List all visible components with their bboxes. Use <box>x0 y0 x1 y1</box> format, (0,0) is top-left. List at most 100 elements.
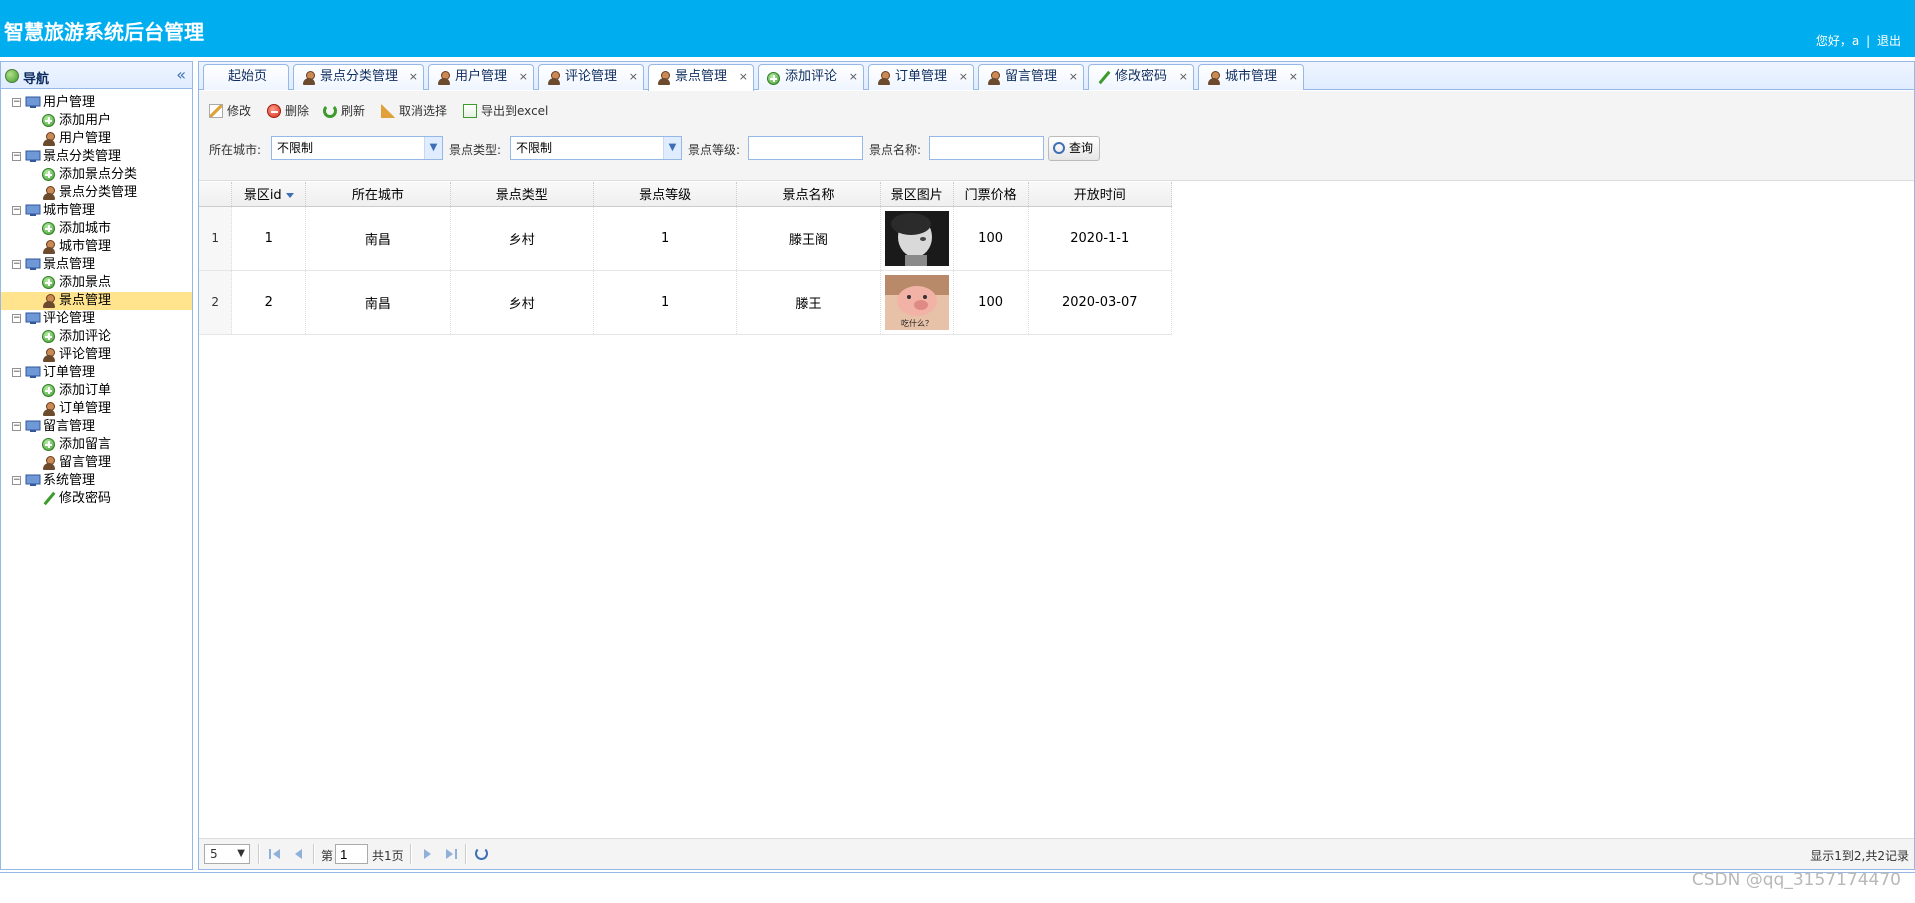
tree-group[interactable]: − 系统管理 <box>1 472 192 490</box>
close-icon[interactable]: × <box>1179 65 1188 89</box>
tab[interactable]: 景点分类管理 × <box>293 64 424 90</box>
tab[interactable]: 评论管理 × <box>538 64 644 90</box>
close-icon[interactable]: × <box>519 65 528 89</box>
level-input[interactable] <box>748 136 863 160</box>
tab[interactable]: 用户管理 × <box>428 64 534 90</box>
tree-item[interactable]: 添加评论 <box>1 328 192 346</box>
column-header[interactable]: 开放时间 <box>1028 182 1173 207</box>
collapse-toggle-icon[interactable]: − <box>12 476 21 485</box>
close-icon[interactable]: × <box>629 65 638 89</box>
tree-group[interactable]: − 用户管理 <box>1 94 192 112</box>
tab[interactable]: 景点管理 × <box>648 64 754 91</box>
close-icon[interactable]: × <box>849 65 858 89</box>
tree-item-label: 添加景点分类 <box>59 167 138 182</box>
cell-open-time: 2020-03-07 <box>1028 270 1173 335</box>
tree-group[interactable]: − 订单管理 <box>1 364 192 382</box>
tree-item[interactable]: 景点管理 <box>1 292 192 310</box>
app-header: 智慧旅游系统后台管理 您好，a | 退出 <box>0 0 1915 57</box>
collapse-toggle-icon[interactable]: − <box>12 314 21 323</box>
tab[interactable]: 修改密码 × <box>1088 64 1194 90</box>
tab[interactable]: 留言管理 × <box>978 64 1084 90</box>
collapse-toggle-icon[interactable]: − <box>12 152 21 161</box>
tree-item[interactable]: 城市管理 <box>1 238 192 256</box>
collapse-icon[interactable]: « <box>176 65 186 84</box>
tree-group[interactable]: − 景点管理 <box>1 256 192 274</box>
close-icon[interactable]: × <box>739 65 748 89</box>
export-label: 导出到excel <box>481 104 549 118</box>
column-header[interactable]: 景点等级 <box>593 182 738 207</box>
next-page-icon[interactable] <box>421 848 433 860</box>
tree-item[interactable]: 添加城市 <box>1 220 192 238</box>
tab[interactable]: 订单管理 × <box>868 64 974 90</box>
tree-group-label: 系统管理 <box>43 473 96 488</box>
page-number-input[interactable] <box>335 844 368 864</box>
collapse-toggle-icon[interactable]: − <box>12 368 21 377</box>
city-select[interactable]: 不限制 ▼ <box>271 136 443 160</box>
tree-group[interactable]: − 评论管理 <box>1 310 192 328</box>
tree-group[interactable]: − 留言管理 <box>1 418 192 436</box>
tree-item[interactable]: 景点分类管理 <box>1 184 192 202</box>
cell-type: 乡村 <box>450 270 594 335</box>
table-row[interactable]: 2 2 南昌 乡村 1 滕王 吃什么？ 100 2020-03-07 <box>199 270 1173 335</box>
child-photo-image <box>884 210 949 266</box>
tree-item-label: 添加留言 <box>59 437 112 452</box>
tree-item[interactable]: 添加订单 <box>1 382 192 400</box>
page-size-select[interactable]: 5 ▼ <box>204 844 250 864</box>
column-header[interactable]: 景点名称 <box>736 182 881 207</box>
tree-item[interactable]: 添加用户 <box>1 112 192 130</box>
chevron-down-icon[interactable]: ▼ <box>663 137 681 159</box>
tab-label: 景点分类管理 <box>320 69 399 84</box>
tree-item[interactable]: 评论管理 <box>1 346 192 364</box>
monitor-icon <box>25 474 41 486</box>
tab-label: 城市管理 <box>1225 69 1278 84</box>
nav-title: 导航 <box>23 72 50 87</box>
collapse-toggle-icon[interactable]: − <box>12 260 21 269</box>
nav-tree: − 用户管理 添加用户 用户管理 − 景点分类管理 添加景点分类 景点分类管理 − 城市管理 添加城… <box>1 94 192 508</box>
tree-item-label: 添加用户 <box>59 113 112 128</box>
collapse-toggle-icon[interactable]: − <box>12 206 21 215</box>
collapse-toggle-icon[interactable]: − <box>12 98 21 107</box>
tree-group[interactable]: − 景点分类管理 <box>1 148 192 166</box>
tab[interactable]: 城市管理 × <box>1198 64 1304 90</box>
tree-item[interactable]: 添加景点 <box>1 274 192 292</box>
refresh-icon[interactable] <box>475 847 488 860</box>
tree-item[interactable]: 留言管理 <box>1 454 192 472</box>
close-icon[interactable]: × <box>409 65 418 89</box>
name-input[interactable] <box>929 136 1044 160</box>
tree-item[interactable]: 修改密码 <box>1 490 192 508</box>
row-number: 2 <box>199 270 233 335</box>
column-header[interactable]: 所在城市 <box>305 182 451 207</box>
prev-page-icon[interactable] <box>293 848 305 860</box>
tree-item-label: 修改密码 <box>59 491 112 506</box>
page-total: 共1页 <box>372 849 404 863</box>
tab-label: 添加评论 <box>785 69 838 84</box>
tree-item[interactable]: 添加景点分类 <box>1 166 192 184</box>
column-header[interactable]: 景区图片 <box>880 182 954 207</box>
type-select[interactable]: 不限制 ▼ <box>510 136 682 160</box>
cell-image <box>880 206 954 271</box>
tab-label: 订单管理 <box>895 69 948 84</box>
table-row[interactable]: 1 1 南昌 乡村 1 滕王阁 100 2020-1-1 <box>199 206 1173 271</box>
tab[interactable]: 起始页 <box>203 64 289 90</box>
collapse-toggle-icon[interactable]: − <box>12 422 21 431</box>
tree-group-label: 留言管理 <box>43 419 96 434</box>
logout-link[interactable]: 退出 <box>1877 34 1901 48</box>
first-page-icon[interactable] <box>269 848 281 860</box>
column-header[interactable]: 景点类型 <box>450 182 594 207</box>
footer-bar <box>0 872 1915 903</box>
tree-item[interactable]: 添加留言 <box>1 436 192 454</box>
tree-group-label: 用户管理 <box>43 95 96 110</box>
tree-item-label: 添加订单 <box>59 383 112 398</box>
tree-item[interactable]: 订单管理 <box>1 400 192 418</box>
last-page-icon[interactable] <box>445 848 457 860</box>
close-icon[interactable]: × <box>959 65 968 89</box>
column-header[interactable]: 门票价格 <box>953 182 1029 207</box>
tree-group[interactable]: − 城市管理 <box>1 202 192 220</box>
column-header[interactable]: 景区id <box>231 182 307 207</box>
chevron-down-icon[interactable]: ▼ <box>424 137 442 159</box>
tab[interactable]: 添加评论 × <box>758 64 864 90</box>
tree-item[interactable]: 用户管理 <box>1 130 192 148</box>
search-button[interactable]: 查询 <box>1048 136 1101 161</box>
close-icon[interactable]: × <box>1289 65 1298 89</box>
close-icon[interactable]: × <box>1069 65 1078 89</box>
